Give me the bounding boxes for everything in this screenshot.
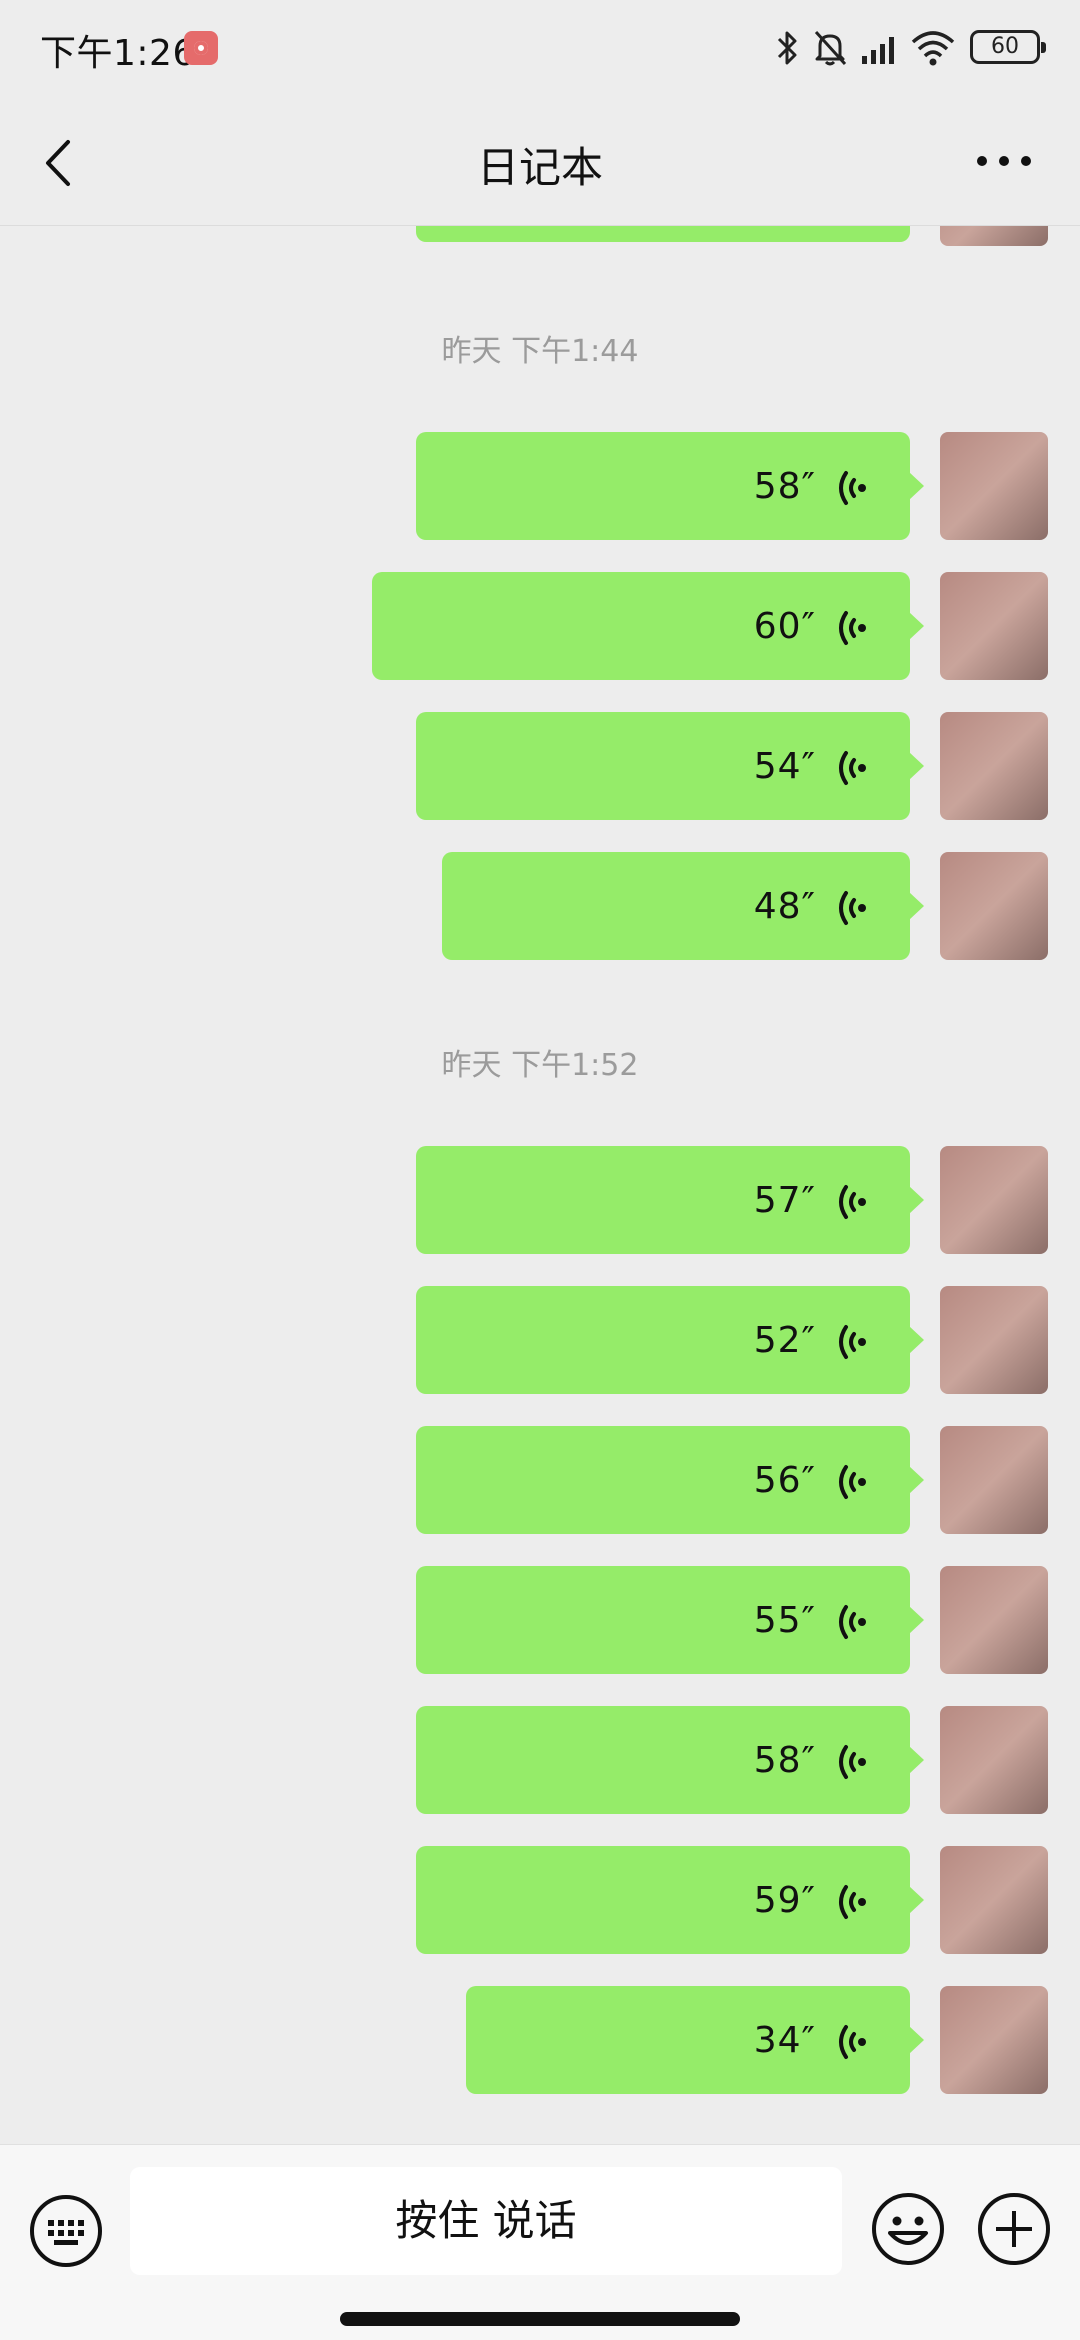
voice-duration: 54″	[753, 746, 816, 787]
voice-message[interactable]: 34″	[466, 1986, 924, 2094]
voice-message-partial[interactable]	[416, 226, 910, 242]
signal-icon	[862, 37, 894, 64]
chat-header: 日记本	[0, 96, 1080, 226]
voice-message[interactable]: 60″	[372, 572, 924, 680]
more-dots-icon[interactable]	[976, 154, 1032, 168]
voice-wave-icon	[839, 611, 866, 645]
emoji-icon[interactable]	[870, 2191, 946, 2267]
avatar[interactable]	[940, 1846, 1048, 1954]
avatar[interactable]	[940, 1146, 1048, 1254]
voice-duration: 52″	[753, 1320, 816, 1361]
time-divider: 昨天 下午1:44	[441, 334, 639, 369]
status-time: 下午1:26	[40, 33, 196, 74]
hold-to-talk-button[interactable]: 按住 说话	[130, 2167, 842, 2275]
chat-message-list[interactable]: 昨天 下午1:44 58″ 60″ 54″ 48″ 昨天 下午1:52 57″ …	[0, 226, 1080, 2144]
avatar[interactable]	[940, 712, 1048, 820]
voice-wave-icon	[839, 1185, 866, 1219]
avatar[interactable]	[940, 1426, 1048, 1534]
mute-icon	[814, 30, 847, 66]
voice-duration: 56″	[753, 1460, 816, 1501]
avatar[interactable]	[940, 852, 1048, 960]
voice-wave-icon	[839, 751, 866, 785]
voice-duration: 48″	[753, 886, 816, 927]
keyboard-icon[interactable]	[28, 2193, 104, 2269]
bluetooth-icon	[777, 31, 797, 65]
voice-message[interactable]: 57″	[416, 1146, 924, 1254]
voice-message[interactable]: 58″	[416, 432, 924, 540]
voice-duration: 55″	[753, 1600, 816, 1641]
avatar[interactable]	[940, 1706, 1048, 1814]
voice-wave-icon	[839, 1465, 866, 1499]
plus-icon[interactable]	[976, 2191, 1052, 2267]
voice-duration: 60″	[753, 606, 816, 647]
battery-icon: 60	[970, 30, 1046, 64]
voice-message[interactable]: 52″	[416, 1286, 924, 1394]
voice-duration: 34″	[753, 2020, 816, 2061]
avatar[interactable]	[940, 1286, 1048, 1394]
voice-message[interactable]: 48″	[442, 852, 924, 960]
voice-duration: 58″	[753, 466, 816, 507]
voice-wave-icon	[839, 471, 866, 505]
input-bar: 按住 说话	[0, 2144, 1080, 2340]
voice-message[interactable]: 56″	[416, 1426, 924, 1534]
battery-level: 60	[991, 34, 1019, 59]
wifi-icon	[911, 31, 955, 66]
voice-duration: 59″	[753, 1880, 816, 1921]
page-title: 日记本	[476, 143, 603, 192]
status-bar: 下午1:26 60	[0, 0, 1080, 96]
voice-message[interactable]: 54″	[416, 712, 924, 820]
voice-wave-icon	[839, 891, 866, 925]
voice-wave-icon	[839, 1885, 866, 1919]
voice-message[interactable]: 55″	[416, 1566, 924, 1674]
voice-wave-icon	[839, 1745, 866, 1779]
voice-wave-icon	[839, 2025, 866, 2059]
home-indicator[interactable]	[340, 2312, 740, 2326]
voice-message[interactable]: 58″	[416, 1706, 924, 1814]
avatar[interactable]	[940, 1986, 1048, 2094]
voice-wave-icon	[839, 1325, 866, 1359]
record-icon	[184, 31, 218, 65]
avatar[interactable]	[940, 1566, 1048, 1674]
time-divider: 昨天 下午1:52	[441, 1048, 639, 1083]
voice-wave-icon	[839, 1605, 866, 1639]
voice-duration: 57″	[753, 1180, 816, 1221]
voice-duration: 58″	[753, 1740, 816, 1781]
avatar[interactable]	[940, 572, 1048, 680]
avatar[interactable]	[940, 226, 1048, 246]
avatar[interactable]	[940, 432, 1048, 540]
voice-message[interactable]: 59″	[416, 1846, 924, 1954]
